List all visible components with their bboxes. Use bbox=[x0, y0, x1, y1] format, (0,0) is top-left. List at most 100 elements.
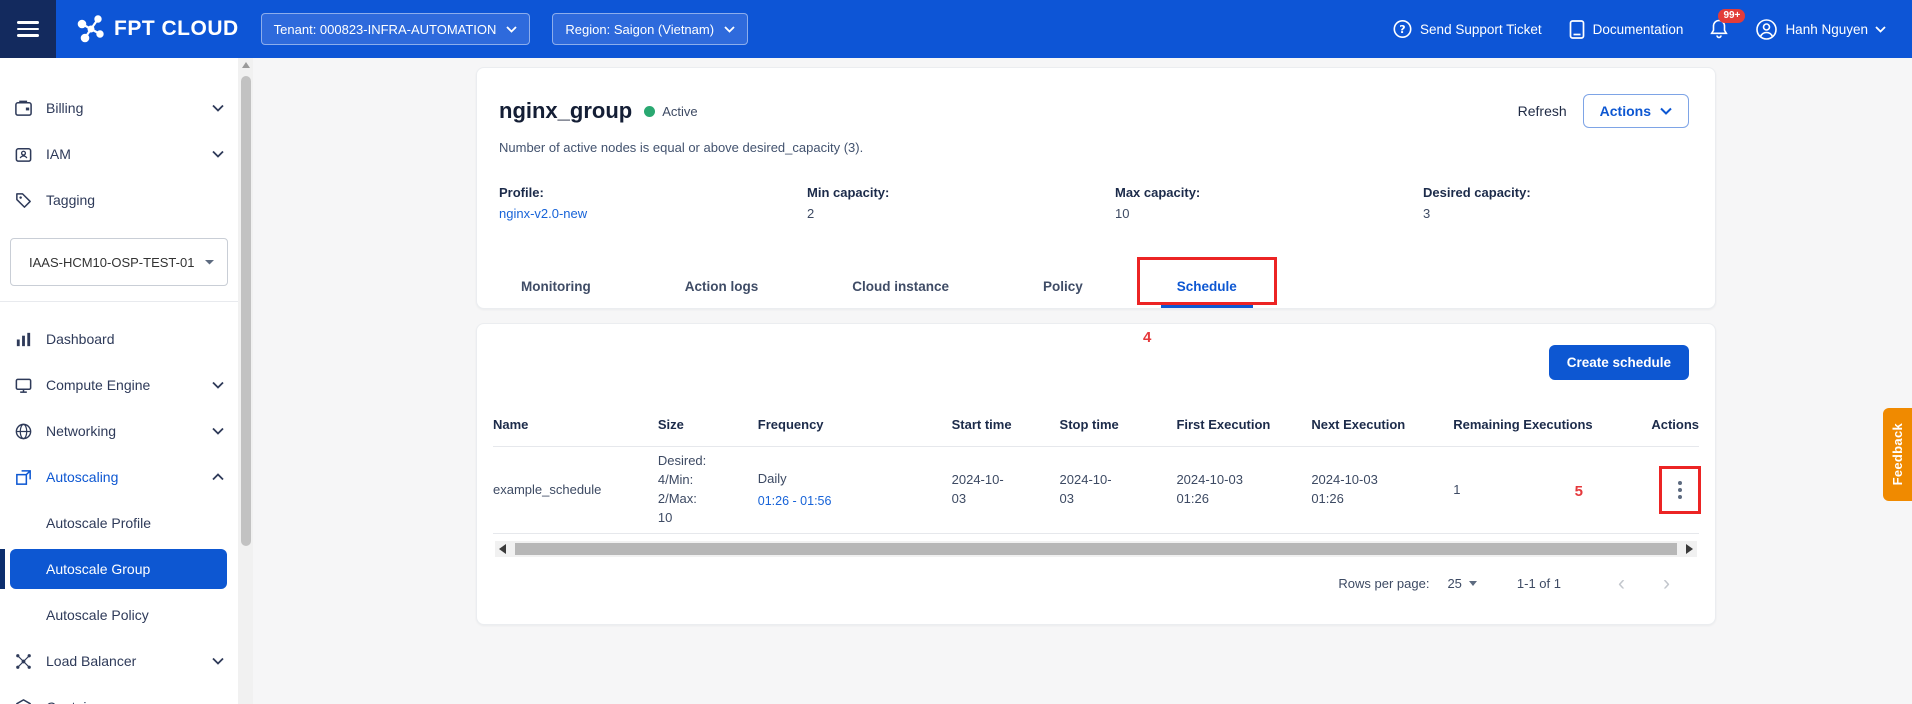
cell-name: example_schedule bbox=[493, 481, 658, 500]
user-name: Hanh Nguyen bbox=[1785, 22, 1868, 37]
horizontal-scrollbar-thumb[interactable] bbox=[515, 543, 1677, 555]
table-row: example_schedule Desired: 4/Min: 2/Max: … bbox=[493, 446, 1699, 534]
profile-link[interactable]: nginx-v2.0-new bbox=[499, 206, 807, 221]
group-description: Number of active nodes is equal or above… bbox=[477, 128, 1715, 155]
region-label: Region: Saigon (Vietnam) bbox=[565, 22, 714, 37]
top-navbar: FPT CLOUD Tenant: 000823-INFRA-AUTOMATIO… bbox=[0, 0, 1912, 58]
billing-icon bbox=[14, 99, 33, 118]
schedule-table: Name Size Frequency Start time Stop time… bbox=[477, 402, 1715, 557]
networking-icon bbox=[14, 422, 33, 441]
annotation-number-5: 5 bbox=[1575, 483, 1583, 500]
autoscaling-icon bbox=[14, 468, 33, 487]
actions-button[interactable]: Actions bbox=[1583, 94, 1689, 128]
kebab-icon bbox=[1678, 478, 1682, 502]
refresh-button[interactable]: Refresh bbox=[1518, 103, 1567, 119]
notifications-button[interactable]: 99+ bbox=[1709, 18, 1729, 40]
cell-first-execution: 2024-10-03 01:26 bbox=[1176, 471, 1311, 509]
tab-action-logs[interactable]: Action logs bbox=[667, 264, 777, 308]
desired-capacity-field: Desired capacity: 3 bbox=[1423, 185, 1731, 221]
rows-per-page-select[interactable]: 25 bbox=[1447, 576, 1476, 591]
cell-remaining-executions: 1 bbox=[1453, 481, 1641, 500]
rows-per-page-label: Rows per page: bbox=[1338, 576, 1429, 591]
cell-size: Desired: 4/Min: 2/Max: 10 bbox=[658, 452, 758, 527]
user-circle-icon bbox=[1755, 18, 1778, 41]
profile-field: Profile: nginx-v2.0-new bbox=[499, 185, 807, 221]
table-horizontal-scrollbar[interactable] bbox=[495, 541, 1697, 557]
next-page-button[interactable]: › bbox=[1644, 573, 1689, 594]
container-icon bbox=[14, 698, 33, 704]
cell-stop-time: 2024-10- 03 bbox=[1060, 471, 1177, 509]
fpt-logo-icon bbox=[76, 14, 106, 44]
scroll-up-arrow-icon[interactable] bbox=[242, 62, 250, 68]
schedule-card: Create schedule Name Size Frequency Star… bbox=[476, 323, 1716, 625]
scroll-right-arrow-icon[interactable] bbox=[1686, 544, 1693, 554]
sidebar-item-autoscale-group[interactable]: Autoscale Group bbox=[0, 546, 238, 592]
max-capacity-field: Max capacity: 10 bbox=[1115, 185, 1423, 221]
help-circle-icon: ? bbox=[1392, 19, 1413, 40]
previous-page-button[interactable]: ‹ bbox=[1599, 573, 1644, 594]
sidebar-item-autoscaling[interactable]: Autoscaling bbox=[0, 454, 238, 500]
chevron-down-icon bbox=[212, 104, 224, 112]
tenant-label: Tenant: 000823-INFRA-AUTOMATION bbox=[274, 22, 497, 37]
feedback-tab[interactable]: Feedback bbox=[1883, 408, 1912, 501]
tab-bar: Monitoring Action logs Cloud instance Po… bbox=[477, 264, 1715, 308]
chevron-down-icon bbox=[724, 26, 735, 33]
create-schedule-button[interactable]: Create schedule bbox=[1549, 345, 1689, 380]
sidebar-item-load-balancer[interactable]: Load Balancer bbox=[0, 638, 238, 684]
tab-policy[interactable]: Policy bbox=[1025, 264, 1101, 308]
region-dropdown[interactable]: Region: Saigon (Vietnam) bbox=[552, 13, 748, 45]
chevron-down-icon bbox=[204, 259, 215, 266]
sidebar-scrollbar-thumb[interactable] bbox=[241, 76, 251, 546]
annotation-number-4: 4 bbox=[1143, 329, 1151, 346]
chevron-down-icon bbox=[1469, 581, 1477, 586]
sidebar: Billing IAM Tagging IAAS-HCM10-OSP-TEST-… bbox=[0, 58, 238, 704]
menu-icon bbox=[17, 17, 39, 41]
status-badge: Active bbox=[662, 104, 697, 119]
sidebar-item-networking[interactable]: Networking bbox=[0, 408, 238, 454]
notification-badge: 99+ bbox=[1718, 9, 1745, 23]
sidebar-item-billing[interactable]: Billing bbox=[0, 85, 238, 131]
row-actions-button[interactable] bbox=[1661, 467, 1699, 513]
sidebar-item-autoscale-policy[interactable]: Autoscale Policy bbox=[0, 592, 238, 638]
selected-indicator bbox=[0, 549, 5, 589]
chevron-down-icon bbox=[1660, 107, 1672, 115]
svg-text:?: ? bbox=[1399, 23, 1405, 36]
sidebar-item-compute-engine[interactable]: Compute Engine bbox=[0, 362, 238, 408]
menu-button[interactable] bbox=[0, 0, 56, 58]
tag-icon bbox=[14, 191, 33, 210]
group-info-row: Profile: nginx-v2.0-new Min capacity: 2 … bbox=[477, 155, 1715, 221]
compute-engine-icon bbox=[14, 376, 33, 395]
project-select[interactable]: IAAS-HCM10-OSP-TEST-01 bbox=[10, 238, 228, 286]
sidebar-item-autoscale-profile[interactable]: Autoscale Profile bbox=[0, 500, 238, 546]
sidebar-scrollbar[interactable] bbox=[238, 58, 253, 704]
chevron-down-icon bbox=[212, 657, 224, 665]
cell-frequency: Daily 01:26 - 01:56 bbox=[758, 470, 952, 510]
load-balancer-icon bbox=[14, 652, 33, 671]
chevron-down-icon bbox=[212, 150, 224, 158]
sidebar-item-container[interactable]: Container bbox=[0, 684, 238, 704]
sidebar-item-dashboard[interactable]: Dashboard bbox=[0, 316, 238, 362]
min-capacity-field: Min capacity: 2 bbox=[807, 185, 1115, 221]
status-active-dot bbox=[644, 106, 655, 117]
iam-icon bbox=[14, 145, 33, 164]
page-title: nginx_group bbox=[499, 98, 632, 124]
scroll-left-arrow-icon[interactable] bbox=[499, 544, 506, 554]
chevron-down-icon bbox=[1875, 26, 1886, 33]
logo-text: FPT CLOUD bbox=[114, 17, 239, 41]
tab-cloud-instance[interactable]: Cloud instance bbox=[834, 264, 967, 308]
sidebar-item-iam[interactable]: IAM bbox=[0, 131, 238, 177]
active-tab-underline bbox=[1161, 305, 1253, 308]
fpt-cloud-logo[interactable]: FPT CLOUD bbox=[76, 14, 239, 44]
sidebar-item-tagging[interactable]: Tagging bbox=[0, 177, 238, 223]
group-header-card: nginx_group Active Refresh Actions Numbe… bbox=[476, 67, 1716, 309]
frequency-time-link[interactable]: 01:26 - 01:56 bbox=[758, 492, 952, 510]
pagination-range: 1-1 of 1 bbox=[1517, 576, 1561, 591]
send-support-ticket-link[interactable]: ? Send Support Ticket bbox=[1392, 19, 1542, 40]
documentation-link[interactable]: Documentation bbox=[1568, 19, 1684, 40]
document-icon bbox=[1568, 19, 1586, 40]
tenant-dropdown[interactable]: Tenant: 000823-INFRA-AUTOMATION bbox=[261, 13, 531, 45]
user-menu[interactable]: Hanh Nguyen bbox=[1755, 18, 1886, 41]
chevron-up-icon bbox=[212, 473, 224, 481]
tab-schedule[interactable]: Schedule bbox=[1159, 264, 1255, 308]
tab-monitoring[interactable]: Monitoring bbox=[503, 264, 609, 308]
